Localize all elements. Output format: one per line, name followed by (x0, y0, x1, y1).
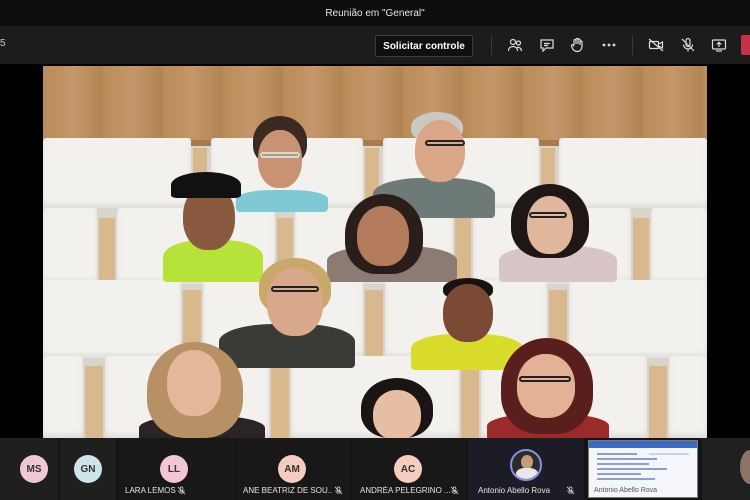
avatar: GN (74, 455, 102, 483)
people-icon[interactable] (505, 35, 525, 55)
toolbar-divider (632, 35, 633, 55)
participant-tile[interactable]: MS (0, 438, 58, 500)
mic-off-icon (177, 486, 186, 495)
seat (559, 138, 707, 208)
more-icon[interactable] (599, 35, 619, 55)
participant-name: Antonio Abello Rova (478, 486, 551, 495)
wood-wall (43, 66, 707, 146)
toolbar-divider (491, 35, 492, 55)
participant-tile[interactable]: AC ANDRÉA PELEGRINO ... (352, 438, 466, 500)
window-title-bar: Reunião em "General" (0, 0, 750, 26)
avatar: MS (20, 455, 48, 483)
chat-icon[interactable] (537, 35, 557, 55)
participant-tile[interactable]: AM ANE BEATRIZ DE SOU... (236, 438, 350, 500)
participant-tile[interactable]: GN (60, 438, 116, 500)
participant-tile[interactable]: LL LARA LEMOS (118, 438, 234, 500)
mic-off-icon (566, 486, 575, 495)
avatar (510, 449, 542, 481)
avatar: LL (160, 455, 188, 483)
camera-off-icon[interactable] (646, 35, 666, 55)
meeting-toolbar: 5 Solicitar controle (0, 26, 750, 64)
seat (43, 280, 181, 358)
participant-name: ANE BEATRIZ DE SOU... (243, 486, 333, 495)
meeting-timer: 5 (0, 38, 6, 49)
participant-strip: MS GN LL LARA LEMOS AM ANE BEATRIZ DE SO… (0, 438, 750, 500)
seat-divider (649, 366, 667, 438)
seat-divider (365, 290, 383, 358)
seat-divider (271, 366, 289, 438)
participant-tile[interactable]: Antonio Abello Rova (468, 438, 584, 500)
mic-off-icon (334, 486, 343, 495)
raise-hand-icon[interactable] (567, 35, 587, 55)
auditorium-video (43, 66, 707, 438)
seat (569, 280, 707, 358)
seat-divider (633, 218, 649, 284)
mic-off-icon[interactable] (678, 35, 698, 55)
seat (43, 208, 97, 284)
participant-tile[interactable] (702, 438, 750, 500)
share-tray-icon[interactable] (709, 35, 729, 55)
avatar: AM (278, 455, 306, 483)
seat-divider (461, 366, 479, 438)
seat (669, 356, 707, 438)
mic-off-icon (450, 486, 459, 495)
request-control-button[interactable]: Solicitar controle (375, 35, 473, 57)
leave-icon[interactable] (741, 35, 750, 55)
screen-share-label: Antonio Abello Rova (594, 487, 658, 494)
seat (651, 208, 707, 284)
seat (43, 356, 83, 438)
window-title: Reunião em "General" (325, 7, 425, 19)
seat-divider (455, 218, 471, 284)
seat-row (43, 280, 707, 358)
seat-divider (85, 366, 103, 438)
participant-name: ANDRÉA PELEGRINO ... (360, 486, 450, 495)
shared-video-stage (0, 64, 750, 438)
seat (43, 138, 191, 208)
seat-divider (99, 218, 115, 284)
avatar: AC (394, 455, 422, 483)
